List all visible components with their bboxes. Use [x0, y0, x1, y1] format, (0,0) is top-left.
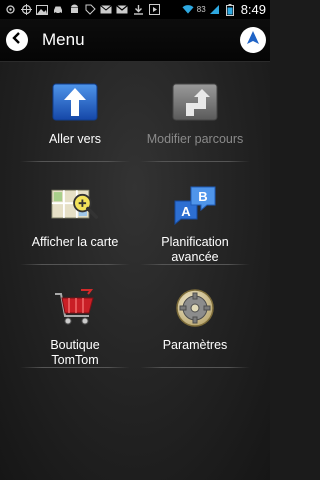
status-bar: 83 8:49 — [0, 0, 270, 19]
menu-item-label: Paramètres — [162, 338, 228, 352]
divider — [20, 264, 130, 265]
back-button[interactable] — [6, 29, 28, 51]
menu-item-modifier-parcours[interactable]: Modifier parcours — [140, 62, 250, 162]
arrow-up-icon — [51, 80, 99, 124]
menu-item-planification-avancee[interactable]: A B Planification avancée — [140, 165, 250, 265]
back-arrow-icon — [10, 31, 24, 50]
menu-item-label: Planification avancée — [161, 235, 229, 264]
play-store-icon — [148, 4, 160, 15]
menu-item-aller-vers[interactable]: Aller vers — [20, 62, 130, 162]
divider — [20, 161, 130, 162]
tag-icon — [84, 4, 96, 15]
divider — [140, 367, 250, 368]
car-icon — [52, 4, 64, 15]
title-bar: Menu — [0, 19, 270, 62]
signal-icon — [209, 4, 221, 15]
battery-percent: 83 — [196, 5, 206, 14]
android-icon — [68, 4, 80, 15]
menu-item-label: Boutique TomTom — [50, 338, 100, 367]
map-magnifier-icon — [51, 183, 99, 227]
svg-text:A: A — [181, 204, 191, 219]
shopping-cart-icon — [51, 286, 99, 330]
menu-item-label: Afficher la carte — [31, 235, 119, 249]
download-icon — [132, 4, 144, 15]
menu-item-label: Modifier parcours — [146, 132, 244, 146]
divider — [140, 264, 250, 265]
current-location-button[interactable] — [240, 27, 266, 53]
wifi-icon — [182, 4, 194, 15]
gear-icon — [171, 286, 219, 330]
route-change-icon — [171, 80, 219, 124]
menu-item-parametres[interactable]: Paramètres — [140, 268, 250, 368]
svg-text:B: B — [198, 189, 207, 204]
gps-icon — [4, 4, 16, 15]
navigation-arrow-icon — [245, 30, 261, 51]
mail-icon — [100, 4, 112, 15]
menu-item-label: Aller vers — [48, 132, 102, 146]
clock: 8:49 — [240, 2, 266, 17]
main-menu: Aller vers Modifier parcours Afficher la… — [0, 62, 270, 480]
menu-item-boutique-tomtom[interactable]: Boutique TomTom — [20, 268, 130, 368]
page-title: Menu — [42, 30, 85, 49]
gmail-icon — [116, 4, 128, 15]
location-icon — [20, 4, 32, 15]
image-icon — [36, 4, 48, 15]
divider — [140, 161, 250, 162]
divider — [20, 367, 130, 368]
menu-item-afficher-la-carte[interactable]: Afficher la carte — [20, 165, 130, 265]
battery-icon — [224, 3, 236, 16]
ab-route-icon: A B — [171, 183, 219, 227]
